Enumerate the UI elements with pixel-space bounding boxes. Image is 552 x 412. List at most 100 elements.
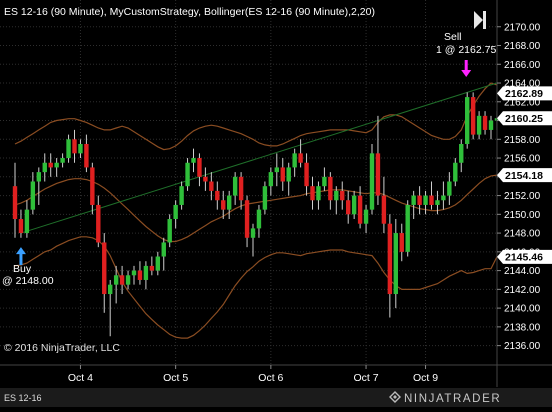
candle-body bbox=[387, 223, 393, 295]
sell-arrow-shaft bbox=[464, 60, 468, 71]
candle-body bbox=[328, 176, 333, 201]
candle[interactable] bbox=[470, 92, 476, 140]
candle-body bbox=[119, 275, 125, 285]
candle-body bbox=[66, 139, 71, 159]
buy-label: Buy bbox=[13, 263, 32, 275]
candle-body bbox=[18, 219, 24, 234]
price-marker-text: 2160.25 bbox=[505, 113, 543, 125]
candle-body bbox=[363, 209, 369, 224]
candle-body bbox=[447, 181, 452, 196]
candle-body bbox=[268, 172, 274, 187]
price-marker: 2145.46 bbox=[497, 249, 552, 264]
candle-body bbox=[322, 176, 327, 187]
y-tick-label: 2144.00 bbox=[504, 266, 541, 277]
candle[interactable] bbox=[465, 92, 470, 149]
candle-body bbox=[36, 172, 41, 182]
candle-body bbox=[435, 200, 440, 205]
candle-body bbox=[369, 153, 375, 210]
candle-body bbox=[441, 195, 446, 201]
candle-body bbox=[215, 190, 220, 201]
y-tick-label: 2150.00 bbox=[504, 210, 541, 221]
candle-body bbox=[24, 209, 30, 234]
y-tick-label: 2166.00 bbox=[504, 60, 541, 71]
candle[interactable] bbox=[262, 181, 268, 215]
candle-body bbox=[238, 176, 244, 201]
candle-body bbox=[96, 204, 101, 243]
price-marker: 2154.18 bbox=[497, 168, 552, 183]
candle-body bbox=[125, 275, 131, 285]
play-to-end-icon[interactable] bbox=[472, 9, 488, 31]
candle-body bbox=[161, 242, 166, 257]
candle-body bbox=[357, 195, 363, 224]
candle-body bbox=[131, 270, 137, 276]
candle-body bbox=[167, 219, 172, 243]
candle-body bbox=[84, 143, 89, 168]
candle-body bbox=[203, 176, 208, 182]
candle-body bbox=[72, 139, 77, 154]
candle-body bbox=[482, 115, 488, 130]
candle-body bbox=[113, 275, 119, 285]
candle[interactable] bbox=[167, 214, 172, 248]
x-tick-label: Oct 5 bbox=[163, 372, 188, 384]
sell-label: Sell bbox=[444, 31, 462, 43]
y-tick-label: 2168.00 bbox=[504, 41, 541, 52]
candle-body bbox=[244, 200, 250, 238]
price-marker-text: 2145.46 bbox=[505, 252, 543, 264]
candle-body bbox=[221, 200, 226, 210]
y-tick-label: 2142.00 bbox=[504, 285, 541, 296]
candle-body bbox=[256, 209, 262, 229]
y-tick-label: 2138.00 bbox=[504, 322, 541, 333]
candle-body bbox=[137, 270, 143, 280]
candle-body bbox=[393, 233, 398, 295]
y-tick-label: 2136.00 bbox=[504, 341, 541, 352]
candle-body bbox=[375, 153, 381, 196]
candle-body bbox=[411, 195, 416, 205]
candle-body bbox=[227, 195, 232, 210]
candle-body bbox=[340, 190, 345, 201]
candle-body bbox=[465, 97, 470, 144]
candle-body bbox=[54, 162, 59, 168]
candle-body bbox=[417, 195, 422, 205]
candle-body bbox=[459, 143, 464, 163]
candle-body bbox=[143, 265, 149, 280]
candle-body bbox=[381, 195, 387, 224]
candle-body bbox=[280, 167, 285, 182]
candle-body bbox=[286, 167, 291, 182]
candle-body bbox=[232, 176, 238, 196]
candle[interactable] bbox=[369, 143, 375, 215]
candle-body bbox=[262, 186, 268, 210]
candle-body bbox=[476, 115, 482, 135]
candle-body bbox=[78, 143, 83, 154]
candle[interactable] bbox=[405, 200, 410, 257]
y-tick-label: 2152.00 bbox=[504, 191, 541, 202]
candle-body bbox=[90, 167, 95, 205]
candle-body bbox=[197, 158, 202, 177]
candle-body bbox=[334, 190, 339, 201]
candle-body bbox=[102, 242, 107, 295]
candle-body bbox=[351, 195, 357, 215]
candle-body bbox=[274, 167, 279, 173]
x-tick-label: Oct 7 bbox=[354, 372, 379, 384]
instrument-tab[interactable]: ES 12-16 bbox=[4, 393, 42, 403]
y-tick-label: 2140.00 bbox=[504, 304, 541, 315]
candle-body bbox=[42, 162, 47, 173]
price-marker-text: 2154.18 bbox=[505, 170, 543, 182]
candle-body bbox=[304, 162, 309, 187]
candle[interactable] bbox=[185, 158, 190, 191]
candle-body bbox=[48, 162, 53, 168]
candle-body bbox=[149, 265, 155, 271]
chart-window[interactable]: 2136.002138.002140.002142.002144.002146.… bbox=[0, 0, 552, 407]
candle-body bbox=[423, 195, 428, 205]
candle-body bbox=[399, 233, 404, 252]
y-tick-label: 2170.00 bbox=[504, 22, 541, 33]
candle-body bbox=[185, 162, 190, 187]
buy-price-label: @ 2148.00 bbox=[2, 275, 54, 287]
price-chart[interactable]: 2136.002138.002140.002142.002144.002146.… bbox=[0, 0, 552, 407]
y-tick-label: 2158.00 bbox=[504, 135, 541, 146]
y-tick-label: 2156.00 bbox=[504, 154, 541, 165]
candle-body bbox=[191, 158, 196, 163]
price-marker: 2162.89 bbox=[497, 86, 552, 101]
candle-body bbox=[310, 186, 315, 201]
y-tick-label: 2148.00 bbox=[504, 229, 541, 240]
chart-title: ES 12-16 (90 Minute), MyCustomStrategy, … bbox=[4, 6, 375, 18]
